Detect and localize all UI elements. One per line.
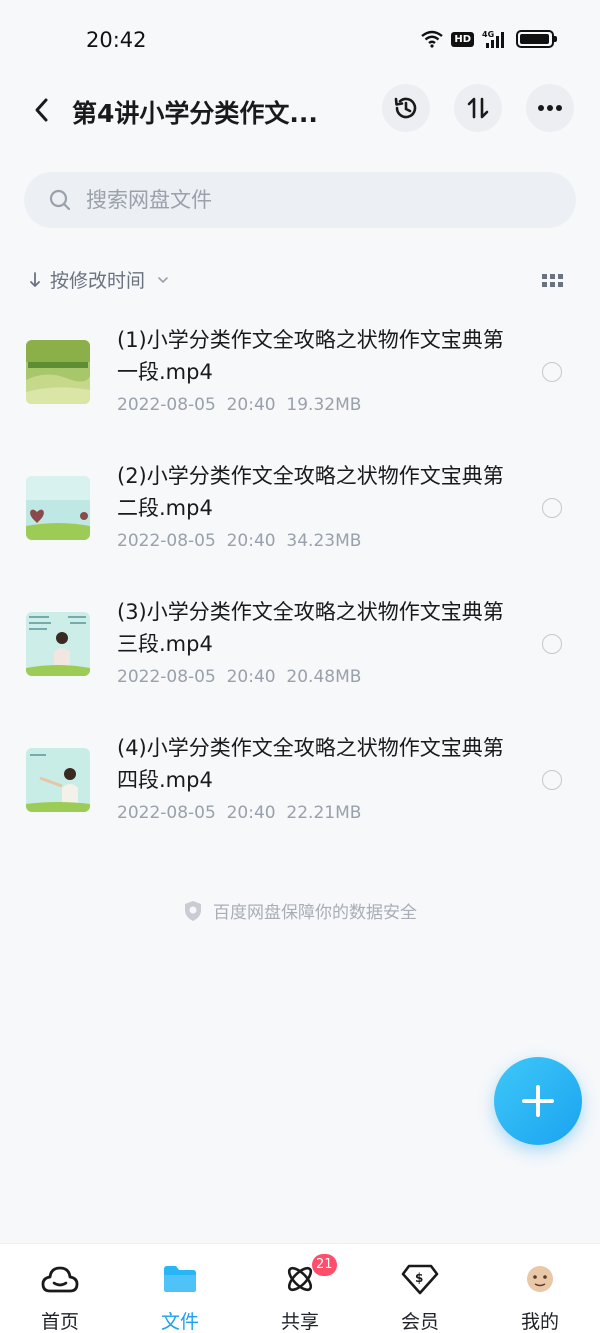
svg-text:$: $ (415, 1271, 423, 1285)
back-button[interactable] (26, 92, 56, 128)
arrow-down-icon (30, 271, 40, 287)
nav-label: 我的 (520, 1311, 559, 1333)
history-icon (394, 97, 417, 119)
nav-item-home[interactable]: 首页 (0, 1244, 120, 1333)
signal-icon: 4G (482, 30, 504, 48)
search-input[interactable] (86, 188, 526, 212)
nav-item-vip[interactable]: $ 会员 (360, 1244, 480, 1333)
wifi-icon (421, 30, 444, 48)
nav-label: 首页 (40, 1311, 79, 1333)
nav-item-share[interactable]: 21 共享 (240, 1244, 360, 1333)
file-meta: 2022-08-05 20:40 20.48MB (117, 667, 361, 687)
chevron-down-icon (158, 276, 168, 283)
sort-order-button[interactable] (454, 84, 502, 132)
file-date: 2022-08-05 (117, 667, 216, 687)
file-size: 22.21MB (286, 803, 362, 823)
file-row[interactable]: (4)小学分类作文全攻略之状物作文宝典第四段.mp4 2022-08-05 20… (0, 724, 600, 860)
nav-label: 共享 (280, 1311, 319, 1333)
shield-icon (185, 900, 201, 921)
sort-label: 按修改时间 (50, 270, 146, 292)
sort-row: 按修改时间 (28, 266, 572, 298)
status-bar: 20:42 HD 4G (0, 0, 600, 80)
file-date: 2022-08-05 (117, 395, 216, 415)
grid-view-icon[interactable] (542, 274, 564, 288)
file-row[interactable]: (1)小学分类作文全攻略之状物作文宝典第一段.mp4 2022-08-05 20… (0, 316, 600, 452)
file-meta: 2022-08-05 20:40 22.21MB (117, 803, 361, 823)
status-time: 20:42 (86, 28, 147, 52)
file-date: 2022-08-05 (117, 531, 216, 551)
search-box[interactable] (24, 172, 576, 228)
file-name: (4)小学分类作文全攻略之状物作文宝典第四段.mp4 (117, 736, 504, 792)
file-row[interactable]: (2)小学分类作文全攻略之状物作文宝典第二段.mp4 2022-08-05 20… (0, 452, 600, 588)
history-button[interactable] (382, 84, 430, 132)
file-meta: 2022-08-05 20:40 19.32MB (117, 395, 361, 415)
file-name: (3)小学分类作文全攻略之状物作文宝典第三段.mp4 (117, 600, 504, 656)
file-meta: 2022-08-05 20:40 34.23MB (117, 531, 361, 551)
profile-icon (520, 1262, 560, 1296)
video-thumbnail (26, 612, 90, 676)
security-note-text: 百度网盘保障你的数据安全 (213, 903, 417, 923)
video-thumbnail (26, 476, 90, 540)
select-radio[interactable] (542, 362, 562, 382)
more-dots-icon (538, 105, 562, 111)
video-thumbnail (26, 748, 90, 812)
file-time: 20:40 (226, 667, 276, 687)
nav-label: 文件 (160, 1311, 199, 1333)
folder-icon (160, 1262, 200, 1296)
file-time: 20:40 (226, 395, 276, 415)
select-radio[interactable] (542, 634, 562, 654)
header: 第4讲小学分类作文... (0, 80, 600, 140)
security-note: 百度网盘保障你的数据安全 (0, 898, 600, 923)
hd-badge: HD (451, 31, 474, 47)
page-title: 第4讲小学分类作文... (72, 99, 318, 128)
svg-text:4G: 4G (482, 30, 494, 39)
file-size: 34.23MB (286, 531, 362, 551)
nav-label: 会员 (400, 1311, 439, 1333)
file-time: 20:40 (226, 803, 276, 823)
chevron-left-icon (35, 98, 48, 122)
nav-item-files[interactable]: 文件 (120, 1244, 240, 1333)
more-button[interactable] (526, 84, 574, 132)
sort-arrows-icon (467, 97, 489, 119)
file-row[interactable]: (3)小学分类作文全攻略之状物作文宝典第三段.mp4 2022-08-05 20… (0, 588, 600, 724)
add-button[interactable] (494, 1057, 582, 1145)
cloud-icon (40, 1262, 80, 1296)
file-name: (1)小学分类作文全攻略之状物作文宝典第一段.mp4 (117, 328, 504, 384)
file-date: 2022-08-05 (117, 803, 216, 823)
file-name: (2)小学分类作文全攻略之状物作文宝典第二段.mp4 (117, 464, 504, 520)
file-list: (1)小学分类作文全攻略之状物作文宝典第一段.mp4 2022-08-05 20… (0, 316, 600, 860)
file-size: 19.32MB (286, 395, 362, 415)
battery-icon (516, 30, 557, 48)
notification-badge: 21 (312, 1254, 337, 1276)
select-radio[interactable] (542, 770, 562, 790)
sort-dropdown[interactable]: 按修改时间 (28, 266, 169, 293)
vip-diamond-icon: $ (400, 1262, 440, 1296)
bottom-nav: 首页 文件 21 共享 $ 会员 我的 (0, 1243, 600, 1333)
video-thumbnail (26, 340, 90, 404)
file-time: 20:40 (226, 531, 276, 551)
status-icons: HD 4G (421, 29, 557, 49)
search-icon (49, 189, 71, 211)
select-radio[interactable] (542, 498, 562, 518)
plus-icon (522, 1085, 554, 1117)
file-size: 20.48MB (286, 667, 362, 687)
nav-item-profile[interactable]: 我的 (480, 1244, 600, 1333)
